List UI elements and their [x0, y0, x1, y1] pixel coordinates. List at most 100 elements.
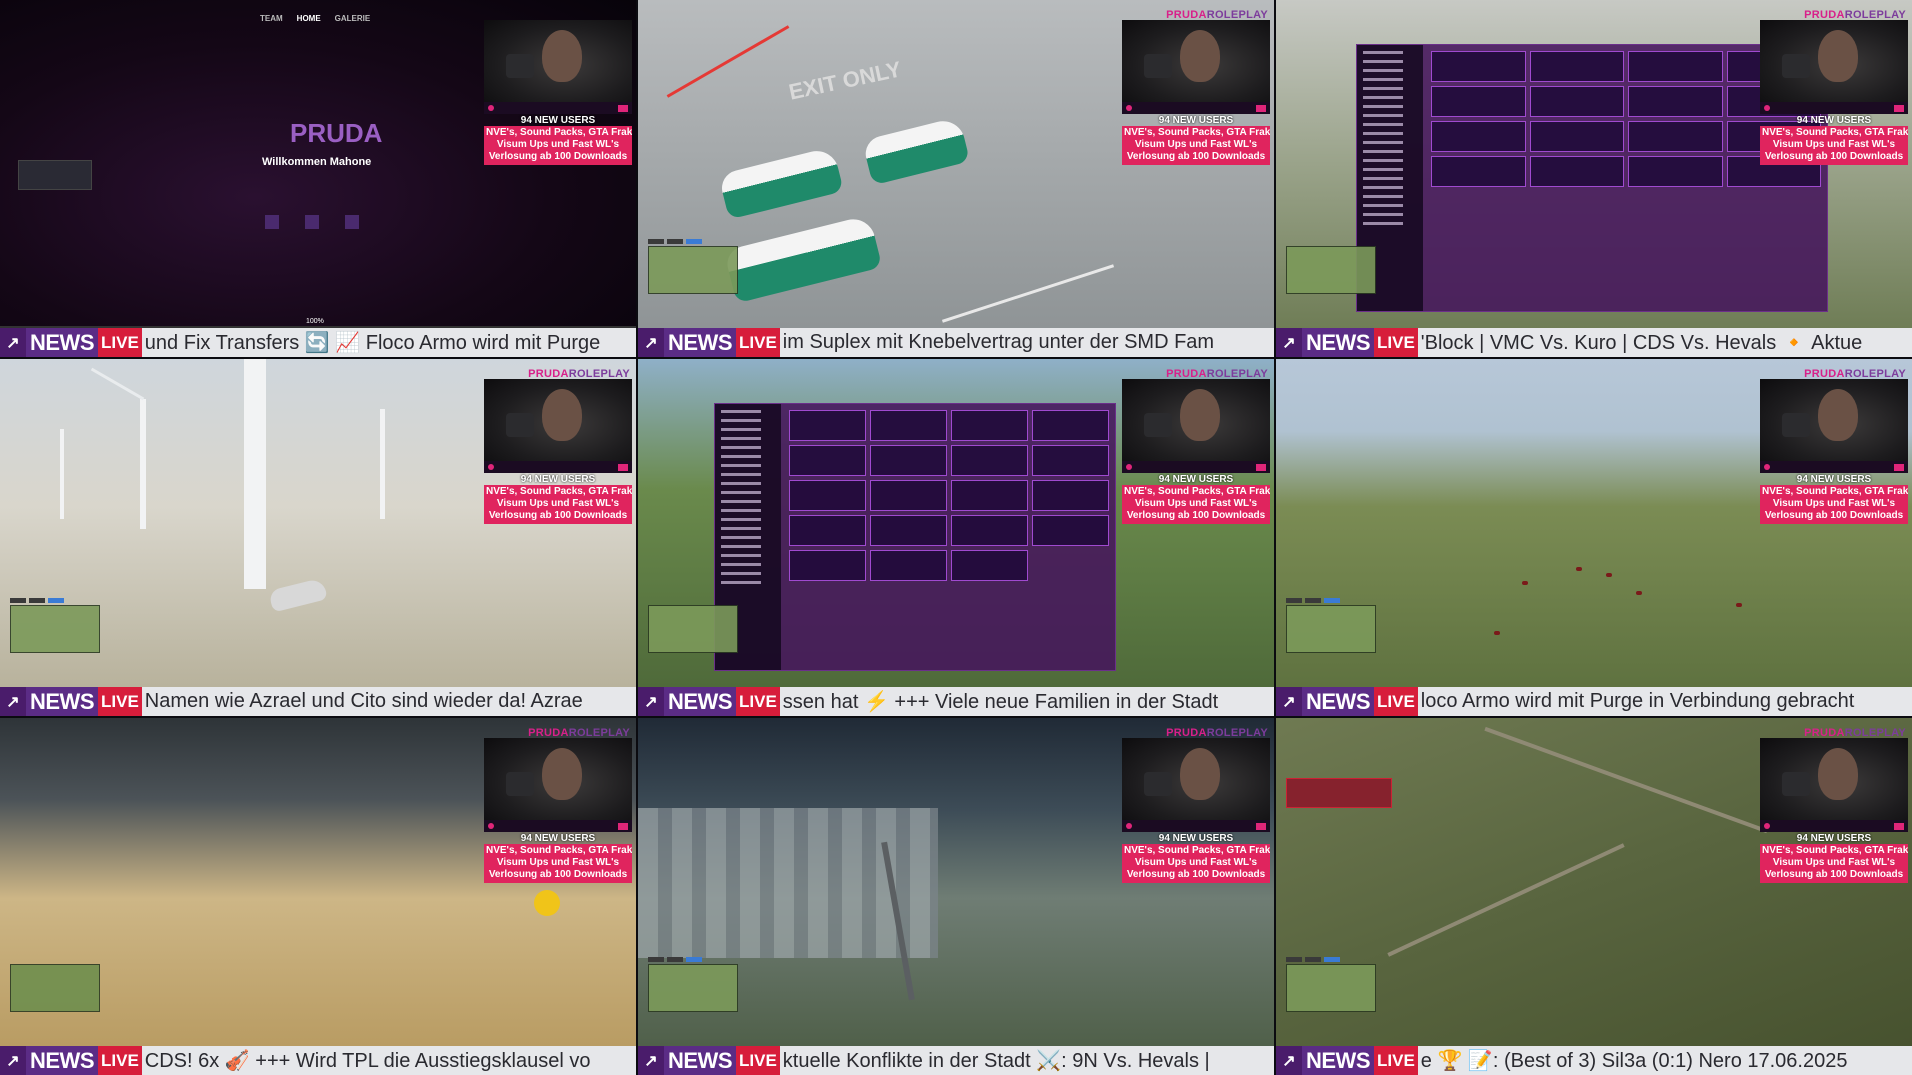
menu-card[interactable]: [1032, 445, 1109, 476]
menu-card[interactable]: [951, 550, 1028, 581]
ticker-text: loco Armo wird mit Purge in Verbindung g…: [1420, 690, 1855, 712]
nav-home[interactable]: HOME: [297, 14, 321, 23]
site-icon[interactable]: [305, 215, 319, 229]
nav-galerie[interactable]: GALERIE: [335, 14, 371, 23]
nav-team[interactable]: TEAM: [260, 14, 283, 23]
menu-card[interactable]: [1529, 86, 1624, 117]
menu-card[interactable]: [870, 550, 947, 581]
menu-card[interactable]: [951, 515, 1028, 546]
car: [268, 577, 328, 613]
turbine-blade: [90, 367, 145, 401]
ticker-text: 'Block | VMC Vs. Kuro | CDS Vs. Hevals 🔸…: [1420, 332, 1863, 354]
stream-grid: TEAM HOME GALERIE PRUDA Willkommen Mahon…: [0, 0, 1912, 1075]
microphone-icon: [1782, 54, 1810, 78]
stream-tile-2[interactable]: EXIT ONLY PRUDAROLEPLAY 94 NEW USERS NVE…: [638, 0, 1274, 357]
stream-tile-4[interactable]: PRUDAROLEPLAY 94 NEW USERS NVE's, Sound …: [0, 359, 636, 716]
menu-card[interactable]: [789, 550, 866, 581]
menu-card[interactable]: [870, 410, 947, 441]
menu-card[interactable]: [1628, 86, 1723, 117]
menu-card[interactable]: [789, 410, 866, 441]
ticker-logo-icon: ↗: [0, 687, 26, 716]
promo-line: Visum Ups und Fast WL's: [496, 139, 620, 150]
promo-box: NVE's, Sound Packs, GTA Frak Kleidu Visu…: [484, 844, 632, 883]
streamer-avatar: [542, 30, 582, 82]
ticker-text: im Suplex mit Knebelvertrag unter der SM…: [782, 331, 1215, 353]
road-line: [941, 264, 1115, 323]
stream-tile-7[interactable]: PRUDAROLEPLAY 94 NEW USERS NVE's, Sound …: [0, 718, 636, 1075]
promo-box: NVE's, Sound Packs, GTA Frak Kleidu Visu…: [1122, 126, 1270, 165]
new-users-count: 94 NEW USERS: [1796, 833, 1872, 844]
car: [861, 116, 971, 186]
alert-bar: [1122, 461, 1270, 473]
alert-bar: [484, 820, 632, 832]
new-users-count: 94 NEW USERS: [520, 474, 596, 485]
news-ticker: ↗ NEWS LIVE 'Block | VMC Vs. Kuro | CDS …: [1276, 328, 1912, 357]
menu-card[interactable]: [1032, 480, 1109, 511]
webcam-feed: [1122, 20, 1270, 102]
menu-card[interactable]: [870, 515, 947, 546]
menu-card[interactable]: [1431, 156, 1526, 187]
site-side-box[interactable]: [18, 160, 92, 190]
menu-card[interactable]: [951, 480, 1028, 511]
alert-bar: [1760, 461, 1908, 473]
streamer-overlay: 94 NEW USERS NVE's, Sound Packs, GTA Fra…: [484, 379, 632, 524]
webcam-feed: [484, 379, 632, 461]
streamer-avatar: [1818, 30, 1858, 82]
stream-tile-8[interactable]: PRUDAROLEPLAY 94 NEW USERS NVE's, Sound …: [638, 718, 1274, 1075]
ticker-live-label: LIVE: [1374, 328, 1418, 357]
streamer-overlay: 94 NEW USERS NVE's, Sound Packs, GTA Fra…: [1122, 20, 1270, 165]
menu-card[interactable]: [951, 445, 1028, 476]
stream-tile-6[interactable]: PRUDAROLEPLAY 94 NEW USERS NVE's, Sound …: [1276, 359, 1912, 716]
webcam-feed: [1760, 738, 1908, 820]
alert-dot-icon: [488, 105, 494, 111]
ticker-live-label: LIVE: [1374, 1046, 1418, 1075]
menu-card[interactable]: [789, 480, 866, 511]
ticker-logo-icon: ↗: [638, 687, 664, 716]
ticker-news-label: NEWS: [1302, 1046, 1374, 1075]
menu-card[interactable]: [870, 480, 947, 511]
new-users-count: 94 NEW USERS: [1158, 474, 1234, 485]
menu-card[interactable]: [951, 410, 1028, 441]
site-icon-row: [265, 215, 359, 229]
menu-card[interactable]: [1431, 51, 1526, 82]
promo-line: Visum Ups und Fast WL's: [1772, 857, 1896, 868]
menu-card[interactable]: [789, 515, 866, 546]
menu-card[interactable]: [1032, 515, 1109, 546]
wind-turbine: [380, 409, 385, 519]
menu-card[interactable]: [1032, 410, 1109, 441]
menu-card[interactable]: [1628, 121, 1723, 152]
ticker-news-label: NEWS: [26, 328, 98, 357]
menu-card[interactable]: [870, 445, 947, 476]
wind-turbine: [140, 399, 146, 529]
site-icon[interactable]: [345, 215, 359, 229]
stream-tile-5[interactable]: PRUDAROLEPLAY 94 NEW USERS NVE's, Sound …: [638, 359, 1274, 716]
ticker-logo-icon: ↗: [0, 1046, 26, 1075]
menu-card[interactable]: [1628, 51, 1723, 82]
notification-popup[interactable]: [1286, 778, 1392, 808]
ticker-logo-icon: ↗: [1276, 687, 1302, 716]
stream-tile-9[interactable]: PRUDAROLEPLAY 94 NEW USERS NVE's, Sound …: [1276, 718, 1912, 1075]
minimap: [648, 605, 738, 653]
menu-card[interactable]: [1628, 156, 1723, 187]
stream-tile-1[interactable]: TEAM HOME GALERIE PRUDA Willkommen Mahon…: [0, 0, 636, 357]
ticker-live-label: LIVE: [98, 328, 142, 357]
ticker-logo-icon: ↗: [0, 328, 26, 357]
promo-line: Verlosung ab 100 Downloads: [1126, 869, 1266, 880]
alert-dot-icon: [1126, 105, 1132, 111]
menu-card[interactable]: [1529, 121, 1624, 152]
menu-card[interactable]: [1529, 156, 1624, 187]
menu-card[interactable]: [1431, 86, 1526, 117]
menu-card[interactable]: [1529, 51, 1624, 82]
menu-card[interactable]: [789, 445, 866, 476]
alert-badge: [1894, 463, 1904, 471]
stream-tile-3[interactable]: PRUDAROLEPLAY 94 NEW USERS NVE's, Sound …: [1276, 0, 1912, 357]
alert-bar: [484, 461, 632, 473]
menu-card[interactable]: [1431, 121, 1526, 152]
ticker-live-label: LIVE: [736, 1046, 780, 1075]
promo-box: NVE's, Sound Packs, GTA Frak Kleidu Visu…: [1760, 126, 1908, 165]
site-icon[interactable]: [265, 215, 279, 229]
wind-turbine: [60, 429, 64, 519]
ticker-live-label: LIVE: [736, 687, 780, 716]
promo-line: Visum Ups und Fast WL's: [1134, 857, 1258, 868]
promo-line: Verlosung ab 100 Downloads: [1126, 510, 1266, 521]
